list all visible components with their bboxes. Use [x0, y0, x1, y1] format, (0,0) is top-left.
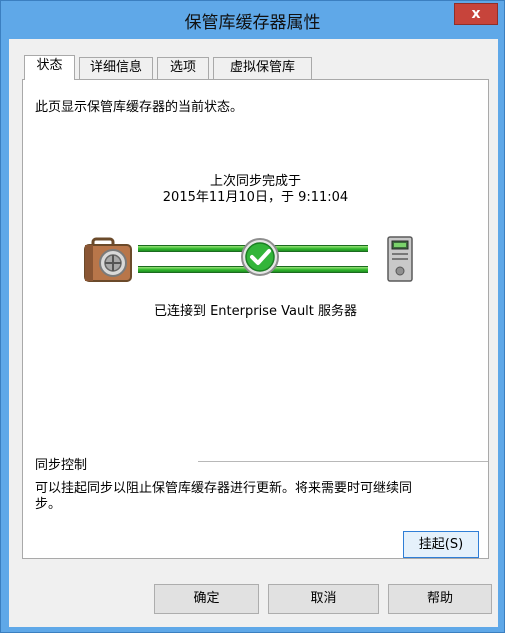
briefcase-safe-icon [84, 237, 132, 282]
connection-status: 已连接到 Enterprise Vault 服务器 [153, 304, 358, 319]
checkmark-icon [241, 238, 279, 276]
sync-control-heading: 同步控制 [35, 458, 88, 473]
suspend-button[interactable]: 挂起(S) [403, 531, 479, 558]
tab-status[interactable]: 状态 [24, 55, 75, 80]
dialog-body: 状态 详细信息 选项 虚拟保管库 此页显示保管库缓存器的当前状态。 上次同步完成… [9, 39, 498, 627]
status-panel: 此页显示保管库缓存器的当前状态。 上次同步完成于 2015年11月10日，于 9… [22, 79, 489, 559]
title-bar: 保管库缓存器属性 x [1, 1, 504, 37]
last-sync-time: 2015年11月10日，于 9:11:04 [162, 190, 349, 205]
window-title: 保管库缓存器属性 [184, 13, 321, 33]
cancel-button[interactable]: 取消 [268, 584, 379, 614]
tab-details[interactable]: 详细信息 [79, 57, 153, 79]
sync-control-description-line1: 可以挂起同步以阻止保管库缓存器进行更新。将来需要时可继续同 [35, 481, 413, 496]
properties-dialog: 保管库缓存器属性 x 状态 详细信息 选项 虚拟保管库 此页显示保管库缓存器的当… [0, 0, 505, 633]
server-icon [387, 236, 413, 282]
close-button[interactable]: x [454, 3, 498, 25]
sync-control-description-line2: 步。 [35, 497, 62, 512]
status-description: 此页显示保管库缓存器的当前状态。 [35, 100, 244, 115]
ok-button[interactable]: 确定 [154, 584, 259, 614]
tab-virtual-vault[interactable]: 虚拟保管库 [213, 57, 312, 79]
group-divider [198, 461, 488, 462]
help-button[interactable]: 帮助 [388, 584, 492, 614]
sync-diagram [83, 235, 423, 285]
tab-options[interactable]: 选项 [157, 57, 209, 79]
